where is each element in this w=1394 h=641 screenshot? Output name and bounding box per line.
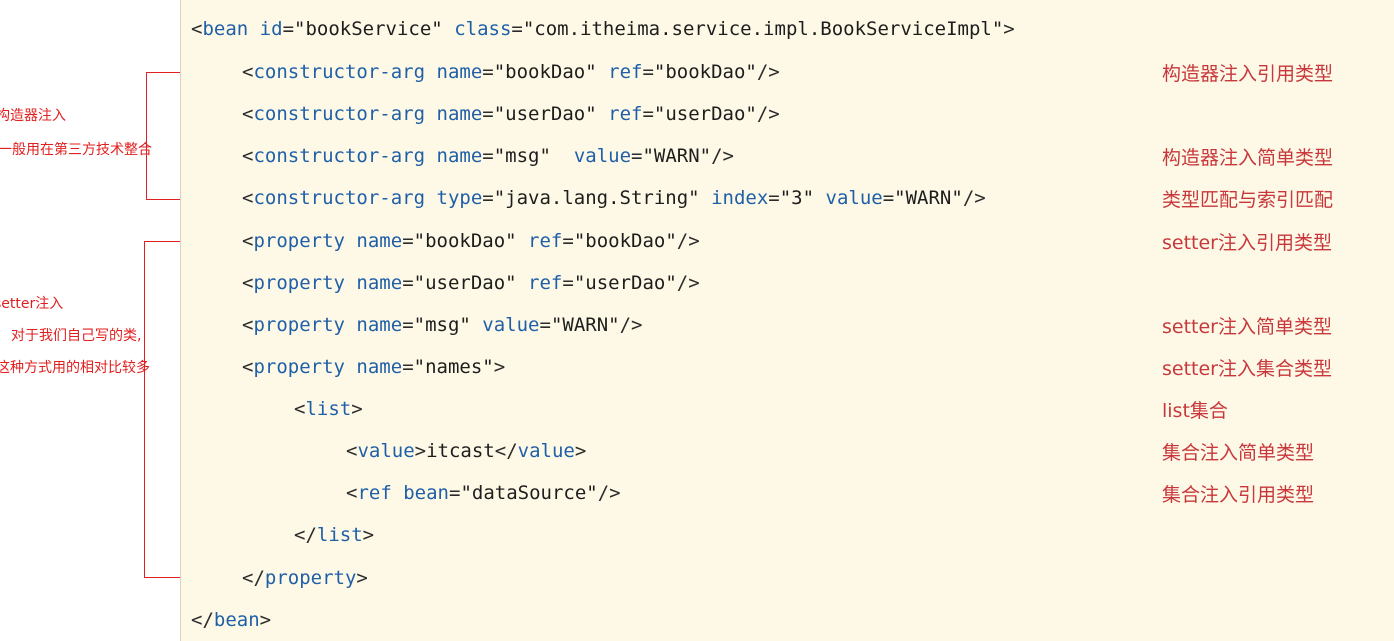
note-collection-simple: 集合注入简单类型 [1162, 442, 1315, 464]
code-line-value: <value>itcast</value> [346, 440, 587, 462]
code-line-ref-bean: <ref bean="dataSource"/> [346, 482, 621, 504]
code-line-constructor-arg-bookdao: <constructor-arg name="bookDao" ref="boo… [242, 61, 780, 83]
setter-injection-desc-1: 对于我们自己写的类, [11, 328, 142, 344]
note-setter-collection: setter注入集合类型 [1162, 358, 1332, 380]
note-setter-simple: setter注入简单类型 [1162, 316, 1332, 338]
code-line-property-msg: <property name="msg" value="WARN"/> [242, 314, 643, 336]
note-collection-ref: 集合注入引用类型 [1162, 484, 1315, 506]
code-line-list-close: </list> [294, 524, 375, 546]
note-list-collection: list集合 [1162, 400, 1228, 422]
note-setter-ref: setter注入引用类型 [1162, 232, 1332, 254]
code-line-constructor-arg-type-index: <constructor-arg type="java.lang.String"… [242, 187, 986, 209]
setter-injection-desc-2: 这种方式用的相对比较多 [0, 360, 150, 376]
constructor-injection-title: 构造器注入 [0, 108, 66, 124]
code-line-constructor-arg-userdao: <constructor-arg name="userDao" ref="use… [242, 103, 780, 125]
code-line-constructor-arg-msg: <constructor-arg name="msg" value="WARN"… [242, 145, 734, 167]
note-constructor-ref: 构造器注入引用类型 [1162, 63, 1334, 85]
code-line-property-bookdao: <property name="bookDao" ref="bookDao"/> [242, 230, 700, 252]
code-line-property-names: <property name="names"> [242, 356, 506, 378]
code-line-bean-close: </bean> [191, 609, 272, 631]
code-panel: <bean id="bookService" class="com.itheim… [180, 0, 1394, 641]
constructor-injection-desc: 一般用在第三方技术整合 [0, 142, 152, 158]
code-line-bean-open: <bean id="bookService" class="com.itheim… [191, 18, 1015, 40]
setter-injection-title: setter注入 [0, 296, 64, 312]
code-line-list-open: <list> [294, 398, 363, 420]
note-constructor-simple: 构造器注入简单类型 [1162, 147, 1334, 169]
note-type-index-match: 类型匹配与索引匹配 [1162, 189, 1334, 211]
code-line-property-close: </property> [242, 567, 368, 589]
code-line-property-userdao: <property name="userDao" ref="userDao"/> [242, 272, 700, 294]
